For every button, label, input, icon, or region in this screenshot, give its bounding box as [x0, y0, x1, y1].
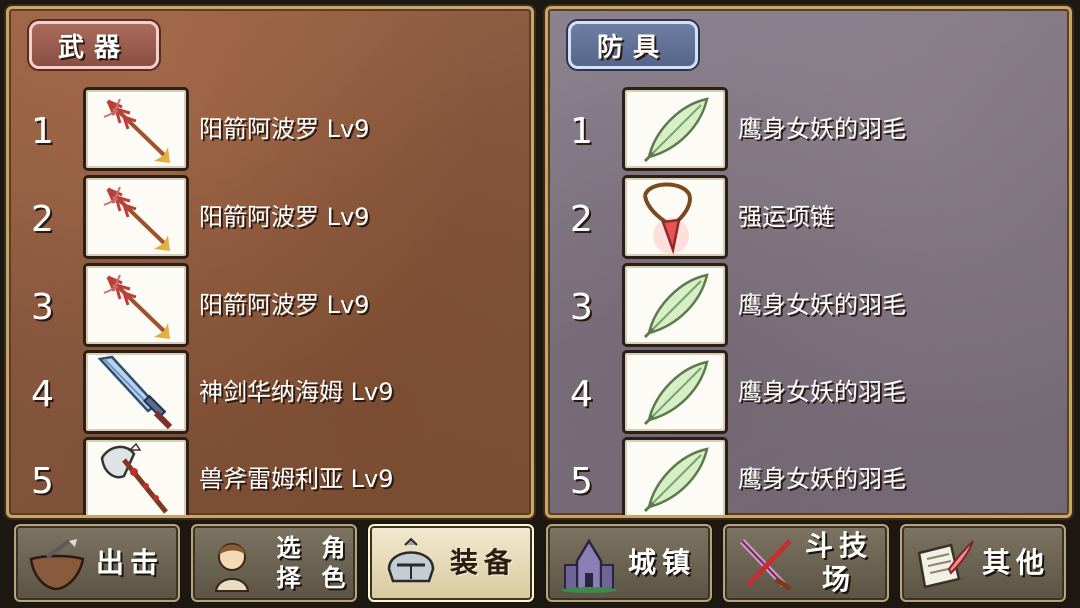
axe-icon: [83, 437, 189, 515]
sword-icon: [83, 350, 189, 434]
weapon-slot-4[interactable]: 4 神剑华纳海姆 Lv9: [9, 350, 531, 434]
weapons-panel: 武器 1 阳箭阿波罗 Lv9 2 阳箭阿波罗 Lv9 3 阳箭阿波罗 Lv9 4…: [6, 6, 534, 518]
armor-slot-1[interactable]: 1 鹰身女妖的羽毛: [548, 87, 1069, 171]
weapon-slot-3[interactable]: 3 阳箭阿波罗 Lv9: [9, 263, 531, 347]
castle-icon: [556, 534, 622, 594]
arrow-icon: [83, 175, 189, 259]
weapon-slot-5[interactable]: 5 兽斧雷姆利亚 Lv9: [9, 437, 531, 515]
feather-icon: [622, 263, 728, 347]
necklace-icon: [622, 175, 728, 259]
equip-label: 装备: [449, 546, 518, 579]
slot-number: 3: [570, 287, 593, 328]
town-label: 城镇: [627, 546, 696, 579]
slot-item-name: 鹰身女妖的羽毛: [738, 465, 906, 493]
character-icon: [201, 534, 267, 594]
select-character-button[interactable]: 选择 角色: [191, 524, 357, 602]
slot-number: 1: [31, 111, 54, 152]
crossed-swords-icon: [733, 534, 799, 594]
slot-number: 5: [31, 461, 54, 502]
arena-label: 斗技场: [804, 529, 873, 596]
feather-icon: [622, 350, 728, 434]
feather-icon: [622, 87, 728, 171]
arrow-icon: [83, 263, 189, 347]
slot-number: 1: [570, 111, 593, 152]
arrow-icon: [83, 87, 189, 171]
slot-item-name: 鹰身女妖的羽毛: [738, 378, 906, 406]
slot-item-name: 强运项链: [738, 203, 834, 231]
armor-title: 防具: [568, 21, 698, 69]
ship-icon: [24, 534, 90, 594]
slot-number: 2: [570, 199, 593, 240]
weapons-title: 武器: [29, 21, 159, 69]
helmet-icon: [378, 534, 444, 594]
armor-slot-5[interactable]: 5 鹰身女妖的羽毛: [548, 437, 1069, 515]
slot-number: 4: [570, 374, 593, 415]
armor-slot-3[interactable]: 3 鹰身女妖的羽毛: [548, 263, 1069, 347]
select-character-label: 选择 角色: [269, 526, 359, 600]
weapon-slot-1[interactable]: 1 阳箭阿波罗 Lv9: [9, 87, 531, 171]
weapon-slot-2[interactable]: 2 阳箭阿波罗 Lv9: [9, 175, 531, 259]
sortie-button[interactable]: 出击: [14, 524, 180, 602]
slot-item-name: 阳箭阿波罗 Lv9: [199, 203, 370, 231]
feather-icon: [622, 437, 728, 515]
slot-number: 2: [31, 199, 54, 240]
select-label-line1: 选择: [276, 534, 307, 592]
slot-number: 4: [31, 374, 54, 415]
other-label: 其他: [981, 546, 1050, 579]
town-button[interactable]: 城镇: [546, 524, 712, 602]
slot-number: 3: [31, 287, 54, 328]
select-label-line2: 角色: [321, 534, 352, 592]
slot-number: 5: [570, 461, 593, 502]
sortie-label: 出击: [95, 546, 164, 579]
slot-item-name: 阳箭阿波罗 Lv9: [199, 115, 370, 143]
slot-item-name: 兽斧雷姆利亚 Lv9: [199, 465, 394, 493]
armor-panel: 防具 1 鹰身女妖的羽毛 2 强运项链 3 鹰身女妖的羽毛 4 鹰身女妖的羽毛 …: [545, 6, 1072, 518]
armor-slot-4[interactable]: 4 鹰身女妖的羽毛: [548, 350, 1069, 434]
other-button[interactable]: 其他: [900, 524, 1066, 602]
slot-item-name: 阳箭阿波罗 Lv9: [199, 291, 370, 319]
equip-button[interactable]: 装备: [368, 524, 534, 602]
slot-item-name: 鹰身女妖的羽毛: [738, 115, 906, 143]
scroll-quill-icon: [910, 534, 976, 594]
slot-item-name: 鹰身女妖的羽毛: [738, 291, 906, 319]
armor-slot-2[interactable]: 2 强运项链: [548, 175, 1069, 259]
arena-button[interactable]: 斗技场: [723, 524, 889, 602]
slot-item-name: 神剑华纳海姆 Lv9: [199, 378, 394, 406]
